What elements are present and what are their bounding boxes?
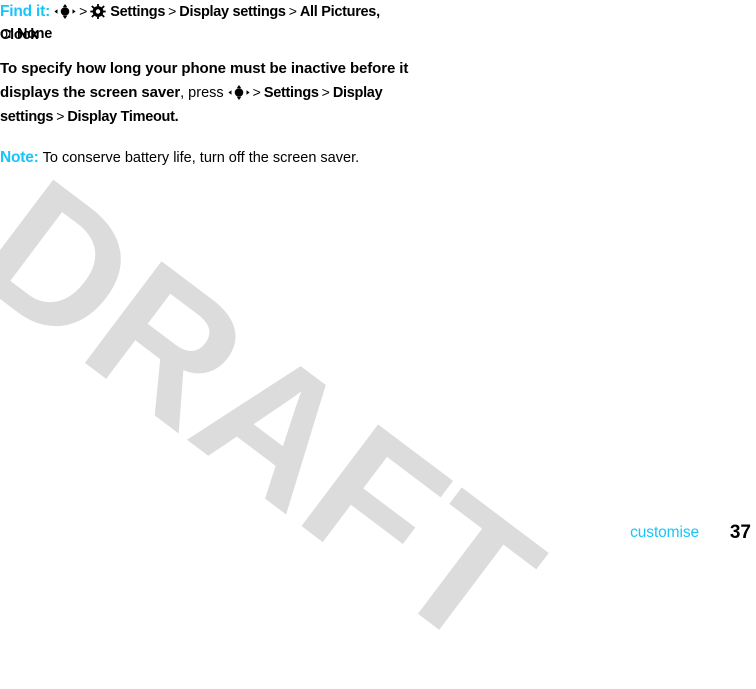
display-timeout-instruction: To specify how long your phone must be i… xyxy=(0,57,420,129)
five-way-navigation-key-icon xyxy=(228,85,250,100)
path-item-settings-2: Settings xyxy=(263,85,319,101)
settings-gear-icon xyxy=(90,4,106,19)
path-item-display-settings: Display settings xyxy=(179,4,286,20)
page-footer: customise 37 xyxy=(0,522,756,549)
path-separator-2: > xyxy=(168,3,177,19)
note-text: To conserve battery life, turn off the s… xyxy=(42,150,360,166)
find-it-label: Find it: xyxy=(0,3,51,20)
note-label: Note: xyxy=(0,149,39,166)
path-separator-3: > xyxy=(288,3,297,19)
footer-section-title: customise xyxy=(630,524,699,541)
note-callout: Note: To conserve battery life, turn off… xyxy=(0,146,420,170)
instruction-press-word: press xyxy=(188,85,224,101)
path-item-display-timeout: Display Timeout xyxy=(67,109,175,125)
path-separator-5: > xyxy=(321,84,330,100)
find-it-or-word: or xyxy=(0,26,13,42)
path-separator-4: > xyxy=(252,84,261,100)
path-separator-6: > xyxy=(56,108,65,124)
path-item-settings: Settings xyxy=(110,4,166,20)
find-it-instruction-line2: or None xyxy=(0,23,400,46)
path-item-none: None xyxy=(16,26,52,42)
path-separator-1: > xyxy=(79,3,88,19)
page-content: Find it: > Settings > Display settings > All… xyxy=(0,0,756,549)
instruction-period: . xyxy=(174,109,179,125)
five-way-navigation-key-icon xyxy=(54,4,76,19)
footer-page-number: 37 xyxy=(729,522,751,543)
